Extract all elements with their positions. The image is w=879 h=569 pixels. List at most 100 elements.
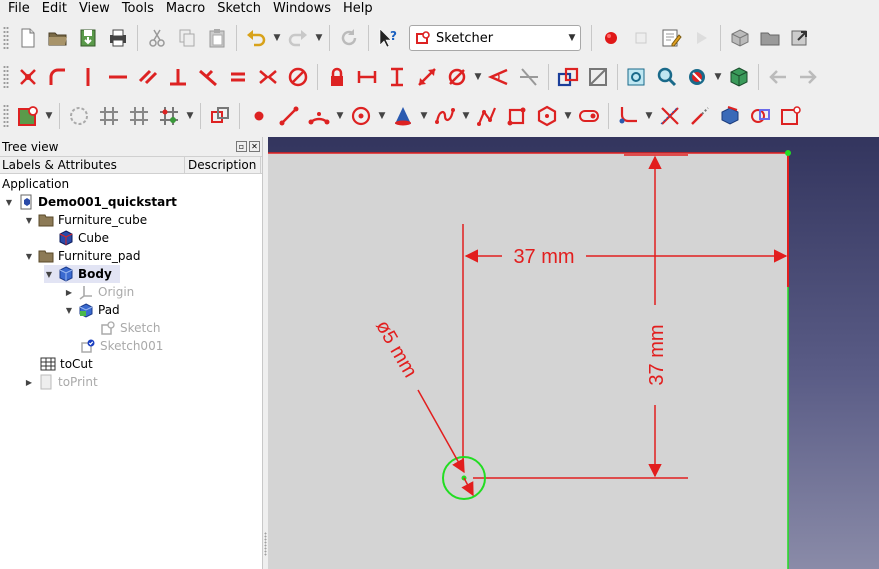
- create-polygon-button[interactable]: [532, 101, 562, 131]
- workbench-selector[interactable]: Sketcher ▼: [409, 25, 581, 51]
- construction-mode-button[interactable]: [775, 101, 805, 131]
- collapse-arrow-icon[interactable]: ▼: [24, 216, 34, 225]
- forward-button[interactable]: [793, 62, 823, 92]
- leave-sketch-dropdown[interactable]: ▼: [43, 101, 55, 131]
- constrain-parallel-button[interactable]: [133, 62, 163, 92]
- menu-file[interactable]: File: [2, 0, 36, 18]
- back-button[interactable]: [763, 62, 793, 92]
- create-slot-button[interactable]: [574, 101, 604, 131]
- group-button[interactable]: [755, 23, 785, 53]
- sketch-canvas[interactable]: 37 mm 37 mm ø5 mm: [268, 137, 879, 569]
- tree-item-application[interactable]: Application: [2, 175, 69, 193]
- open-button[interactable]: [43, 23, 73, 53]
- undo-button[interactable]: [241, 23, 271, 53]
- tree-item-origin[interactable]: ▶ Origin: [64, 283, 134, 301]
- create-polyline-button[interactable]: [472, 101, 502, 131]
- dim-horizontal-label[interactable]: 37 mm: [513, 246, 574, 268]
- toolbar-grip[interactable]: [3, 65, 9, 89]
- constrain-tangent-button[interactable]: [193, 62, 223, 92]
- create-arc-button[interactable]: [304, 101, 334, 131]
- arc-dropdown[interactable]: ▼: [334, 101, 346, 131]
- create-circle-button[interactable]: [346, 101, 376, 131]
- column-header-labels[interactable]: Labels & Attributes: [0, 157, 185, 173]
- stop-macro-button[interactable]: [626, 23, 656, 53]
- constrain-perpendicular-button[interactable]: [163, 62, 193, 92]
- constrain-vertical-button[interactable]: [73, 62, 103, 92]
- constrain-snell-button[interactable]: [514, 62, 544, 92]
- toggle-active-button[interactable]: [583, 62, 613, 92]
- collapse-arrow-icon[interactable]: ▼: [44, 270, 54, 279]
- polygon-dropdown[interactable]: ▼: [562, 101, 574, 131]
- sketch-view-section-button[interactable]: [205, 101, 235, 131]
- view-cube-button[interactable]: [724, 62, 754, 92]
- record-macro-button[interactable]: [596, 23, 626, 53]
- menu-sketch[interactable]: Sketch: [211, 0, 267, 18]
- save-button[interactable]: [73, 23, 103, 53]
- menu-help[interactable]: Help: [337, 0, 379, 18]
- collapse-arrow-icon[interactable]: ▼: [64, 306, 74, 315]
- toolbar-grip[interactable]: [3, 26, 9, 50]
- conic-dropdown[interactable]: ▼: [418, 101, 430, 131]
- menu-macro[interactable]: Macro: [160, 0, 211, 18]
- constrain-symmetric-button[interactable]: [253, 62, 283, 92]
- tree-item-tocut[interactable]: toCut: [40, 355, 93, 373]
- link-button[interactable]: [785, 23, 815, 53]
- constrain-equal-button[interactable]: [223, 62, 253, 92]
- collapse-arrow-icon[interactable]: ▼: [24, 252, 34, 261]
- toggle-driving-button[interactable]: [553, 62, 583, 92]
- close-panel-button[interactable]: ✕: [249, 141, 260, 152]
- constrain-angle-button[interactable]: [484, 62, 514, 92]
- constrain-lock-button[interactable]: [322, 62, 352, 92]
- tree-item-pad[interactable]: ▼ Pad: [64, 301, 120, 319]
- tree-item-body[interactable]: ▼ Body: [44, 265, 120, 283]
- select-elements-button[interactable]: [94, 101, 124, 131]
- bspline-dropdown[interactable]: ▼: [460, 101, 472, 131]
- carbon-copy-button[interactable]: [745, 101, 775, 131]
- menu-edit[interactable]: Edit: [36, 0, 73, 18]
- fillet-dropdown[interactable]: ▼: [643, 101, 655, 131]
- constrain-diameter-button[interactable]: [442, 62, 472, 92]
- part-workbench-button[interactable]: [725, 23, 755, 53]
- create-rectangle-button[interactable]: [502, 101, 532, 131]
- dim-vertical-label[interactable]: 37 mm: [646, 324, 668, 385]
- view-sketch-button[interactable]: [622, 62, 652, 92]
- expand-arrow-icon[interactable]: ▶: [24, 378, 34, 387]
- create-line-button[interactable]: [274, 101, 304, 131]
- tree-item-furniture-pad[interactable]: ▼ Furniture_pad: [24, 247, 141, 265]
- constrain-block-button[interactable]: [283, 62, 313, 92]
- menu-view[interactable]: View: [73, 0, 116, 18]
- constrain-vertical-distance-button[interactable]: [382, 62, 412, 92]
- tree-item-sketch001[interactable]: Sketch001: [80, 337, 163, 355]
- sketch-3d-view[interactable]: 37 mm 37 mm ø5 mm: [268, 137, 879, 569]
- whats-this-button[interactable]: ?: [373, 23, 403, 53]
- create-point-button[interactable]: [244, 101, 274, 131]
- float-panel-button[interactable]: ▫: [236, 141, 247, 152]
- constrain-coincident-button[interactable]: [13, 62, 43, 92]
- view-section-button[interactable]: [652, 62, 682, 92]
- external-geometry-button[interactable]: [715, 101, 745, 131]
- undo-dropdown[interactable]: ▼: [271, 23, 283, 53]
- extend-button[interactable]: [685, 101, 715, 131]
- leave-sketch-button[interactable]: [13, 101, 43, 131]
- edit-macro-button[interactable]: [656, 23, 686, 53]
- create-bspline-button[interactable]: [430, 101, 460, 131]
- tree-item-cube[interactable]: Cube: [58, 229, 109, 247]
- diameter-dropdown[interactable]: ▼: [472, 62, 484, 92]
- grid-dropdown[interactable]: ▼: [712, 62, 724, 92]
- constrain-horizontal-button[interactable]: [103, 62, 133, 92]
- new-document-button[interactable]: [13, 23, 43, 53]
- column-header-description[interactable]: Description: [185, 157, 261, 173]
- toolbar-grip[interactable]: [3, 104, 9, 128]
- collapse-arrow-icon[interactable]: ▼: [4, 198, 14, 207]
- redo-dropdown[interactable]: ▼: [313, 23, 325, 53]
- cut-button[interactable]: [142, 23, 172, 53]
- toggle-grid-button[interactable]: [682, 62, 712, 92]
- validate-sketch-button[interactable]: [64, 101, 94, 131]
- print-button[interactable]: [103, 23, 133, 53]
- tree-item-sketch[interactable]: Sketch: [100, 319, 160, 337]
- corner-point[interactable]: [785, 150, 791, 156]
- select-dropdown[interactable]: ▼: [184, 101, 196, 131]
- select-constraints-button[interactable]: [124, 101, 154, 131]
- menu-tools[interactable]: Tools: [116, 0, 160, 18]
- create-conic-button[interactable]: [388, 101, 418, 131]
